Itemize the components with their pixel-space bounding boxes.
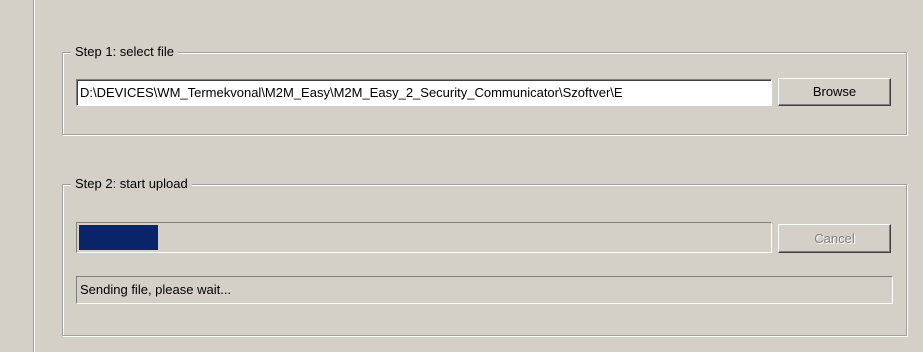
- progress-track: [79, 225, 769, 250]
- left-panel-edge: [0, 0, 33, 352]
- browse-button[interactable]: Browse: [778, 78, 891, 106]
- upload-progress-bar: [76, 222, 772, 253]
- cancel-button[interactable]: Cancel: [778, 224, 891, 253]
- step2-title: Step 2: start upload: [71, 176, 192, 192]
- step2-groupbox: [62, 184, 907, 336]
- status-text: Sending file, please wait...: [76, 276, 893, 304]
- panel-divider-highlight: [34, 0, 35, 352]
- step1-title: Step 1: select file: [71, 44, 178, 60]
- file-path-input[interactable]: D:\DEVICES\WM_Termekvonal\M2M_Easy\M2M_E…: [76, 79, 772, 106]
- progress-fill: [79, 225, 159, 250]
